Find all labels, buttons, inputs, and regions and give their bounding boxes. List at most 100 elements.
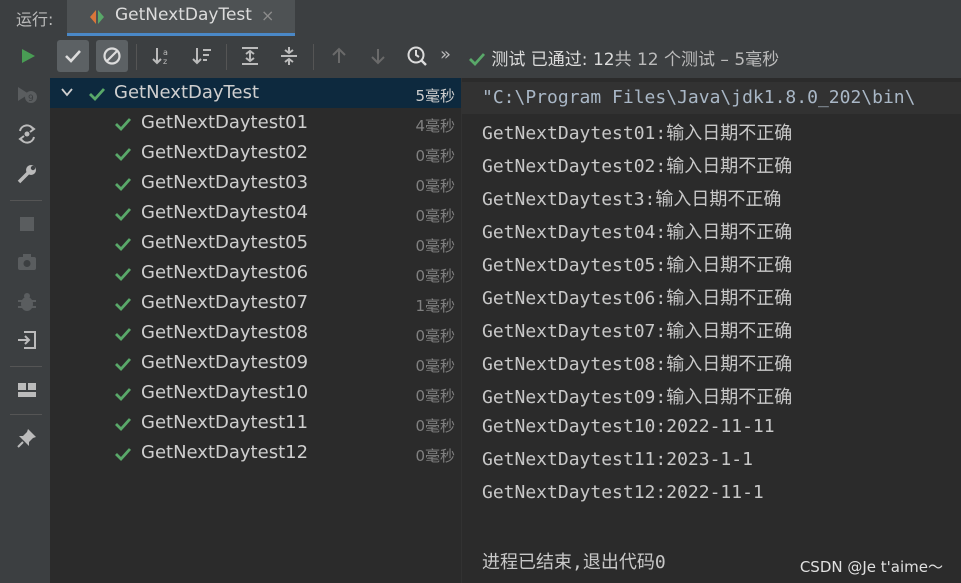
test-name: GetNextDaytest05 — [141, 232, 309, 253]
console-output[interactable]: "C:\Program Files\Java\jdk1.8.0_202\bin\… — [462, 78, 961, 583]
pin-tab-button[interactable] — [15, 426, 39, 450]
test-duration: 1毫秒 — [415, 297, 455, 315]
show-passed-button[interactable] — [57, 40, 89, 72]
test-name: GetNextDaytest09 — [141, 352, 309, 373]
console-line: GetNextDaytest10:2022-11-11 — [482, 416, 775, 437]
strip-separator — [10, 200, 42, 201]
stop-button[interactable] — [15, 212, 39, 236]
more-actions-button[interactable]: » — [440, 44, 451, 65]
toolbar-separator — [313, 44, 314, 70]
sort-by-duration-button[interactable] — [186, 40, 218, 72]
test-name: GetNextDaytest01 — [141, 112, 309, 133]
test-duration: 0毫秒 — [415, 177, 455, 195]
test-duration: 0毫秒 — [415, 147, 455, 165]
sort-alpha-icon: az — [152, 48, 168, 66]
checkmark-icon — [115, 118, 132, 132]
left-tool-strip: 9 — [0, 78, 50, 583]
test-tree-row[interactable]: GetNextDaytest05 0毫秒 — [50, 228, 461, 258]
test-tree-row[interactable]: GetNextDaytest09 0毫秒 — [50, 348, 461, 378]
test-tree-row[interactable]: GetNextDaytest04 0毫秒 — [50, 198, 461, 228]
test-name: GetNextDaytest12 — [141, 442, 309, 463]
tab-title: GetNextDayTest — [115, 5, 252, 25]
test-duration: 0毫秒 — [415, 417, 455, 435]
test-tree-row[interactable]: GetNextDaytest12 0毫秒 — [50, 438, 461, 468]
arrow-down-icon — [371, 49, 385, 65]
tree-root-row[interactable]: GetNextDayTest 5毫秒 — [50, 78, 461, 108]
camera-icon — [18, 254, 36, 270]
test-results-tree: GetNextDayTest 5毫秒 GetNextDaytest01 4毫秒 Ge… — [50, 78, 462, 583]
strip-separator — [10, 366, 42, 367]
watermark-text: CSDN @Je t'aime～ — [799, 558, 943, 576]
console-line: GetNextDaytest11:2023-1-1 — [482, 449, 753, 470]
test-name: GetNextDaytest10 — [141, 382, 309, 403]
svg-text:a: a — [163, 48, 168, 57]
run-label: 运行: — [16, 10, 54, 29]
checkmark-icon — [115, 418, 132, 432]
test-duration: 0毫秒 — [415, 357, 455, 375]
ignored-icon — [103, 47, 121, 65]
test-tree-row[interactable]: GetNextDaytest10 0毫秒 — [50, 378, 461, 408]
checkmark-icon — [115, 238, 132, 252]
status-total-text: 共 12 个测试 – 5毫秒 — [614, 50, 780, 70]
checkmark-icon — [115, 388, 132, 402]
tree-root-time: 5毫秒 — [415, 87, 455, 105]
previous-failed-button[interactable] — [323, 40, 355, 72]
test-duration: 4毫秒 — [415, 117, 455, 135]
expand-all-icon — [242, 47, 258, 65]
test-history-button[interactable] — [401, 40, 433, 72]
chevron-down-icon[interactable] — [60, 85, 74, 99]
next-failed-button[interactable] — [362, 40, 394, 72]
arrow-up-icon — [332, 47, 346, 63]
rerun-failed-button[interactable]: 9 — [15, 84, 39, 108]
test-name: GetNextDaytest07 — [141, 292, 309, 313]
test-tree-row[interactable]: GetNextDaytest02 0毫秒 — [50, 138, 461, 168]
layout-button[interactable] — [15, 378, 39, 402]
test-tree-row[interactable]: GetNextDaytest01 4毫秒 — [50, 108, 461, 138]
test-duration: 0毫秒 — [415, 327, 455, 345]
show-ignored-button[interactable] — [96, 40, 128, 72]
test-name: GetNextDaytest03 — [141, 172, 309, 193]
play-icon — [22, 49, 35, 63]
console-line: GetNextDaytest05:输入日期不正确 — [482, 255, 793, 276]
test-duration: 0毫秒 — [415, 447, 455, 465]
tab-getnextdaytest[interactable]: GetNextDayTest × — [67, 0, 295, 36]
test-name: GetNextDaytest02 — [141, 142, 309, 163]
test-runner-toolbar: az » 测试 已通过: 12共 12 个测试 – 5毫秒 — [0, 36, 961, 79]
checkmark-icon — [115, 208, 132, 222]
test-tree-row[interactable]: GetNextDaytest11 0毫秒 — [50, 408, 461, 438]
bug-icon — [18, 293, 36, 311]
layout-icon — [18, 383, 36, 397]
test-duration: 0毫秒 — [415, 267, 455, 285]
checkmark-icon — [115, 298, 132, 312]
checkmark-icon — [115, 178, 132, 192]
test-name: GetNextDaytest04 — [141, 202, 309, 223]
toggle-auto-test-button[interactable] — [15, 122, 39, 146]
toolbar-separator — [136, 44, 137, 70]
dump-threads-button[interactable] — [15, 250, 39, 274]
console-line: GetNextDaytest08:输入日期不正确 — [482, 354, 793, 375]
expand-all-button[interactable] — [234, 40, 266, 72]
test-tree-row[interactable]: GetNextDaytest07 1毫秒 — [50, 288, 461, 318]
export-results-button[interactable] — [15, 328, 39, 352]
test-duration: 0毫秒 — [415, 237, 455, 255]
test-tree-row[interactable]: GetNextDaytest06 0毫秒 — [50, 258, 461, 288]
console-line: GetNextDaytest04:输入日期不正确 — [482, 222, 793, 243]
test-tree-row[interactable]: GetNextDaytest03 0毫秒 — [50, 168, 461, 198]
settings-button[interactable] — [15, 162, 39, 186]
console-line: GetNextDaytest06:输入日期不正确 — [482, 288, 793, 309]
test-duration: 0毫秒 — [415, 387, 455, 405]
toolbar-separator — [226, 44, 227, 70]
test-name: GetNextDaytest11 — [141, 412, 309, 433]
console-line: GetNextDaytest07:输入日期不正确 — [482, 321, 793, 342]
collapse-all-button[interactable] — [273, 40, 305, 72]
export-icon — [18, 331, 36, 349]
close-icon[interactable]: × — [261, 6, 274, 25]
debug-button[interactable] — [15, 290, 39, 314]
pin-icon — [17, 429, 36, 448]
test-status-summary: 测试 已通过: 12共 12 个测试 – 5毫秒 — [468, 45, 779, 70]
test-tree-row[interactable]: GetNextDaytest08 0毫秒 — [50, 318, 461, 348]
strip-separator — [10, 414, 42, 415]
rerun-button[interactable] — [12, 40, 44, 72]
checkmark-icon — [89, 88, 106, 102]
sort-alphabetically-button[interactable]: az — [146, 40, 178, 72]
